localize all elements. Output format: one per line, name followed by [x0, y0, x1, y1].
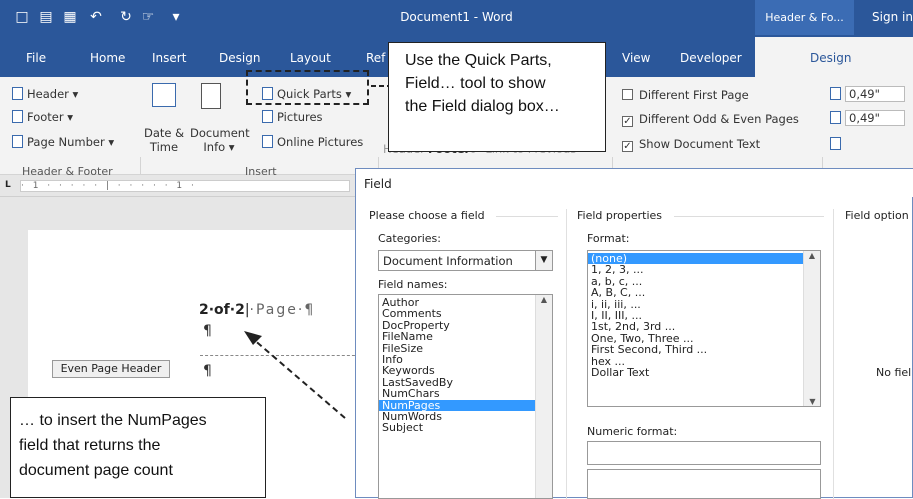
- callout-line: Use the Quick Parts,: [405, 52, 552, 69]
- callout-line: field that returns the: [19, 437, 161, 454]
- callout-line: document page count: [19, 462, 173, 479]
- arrowhead-icon: [244, 331, 262, 345]
- quick-parts-callout: Use the Quick Parts, Field… tool to show…: [388, 42, 606, 152]
- callout-line: Field… tool to show: [405, 75, 546, 92]
- callout-line: the Field dialog box…: [405, 98, 560, 115]
- callout-line: … to insert the NumPages: [19, 412, 207, 429]
- numpages-callout: … to insert the NumPages field that retu…: [10, 397, 266, 498]
